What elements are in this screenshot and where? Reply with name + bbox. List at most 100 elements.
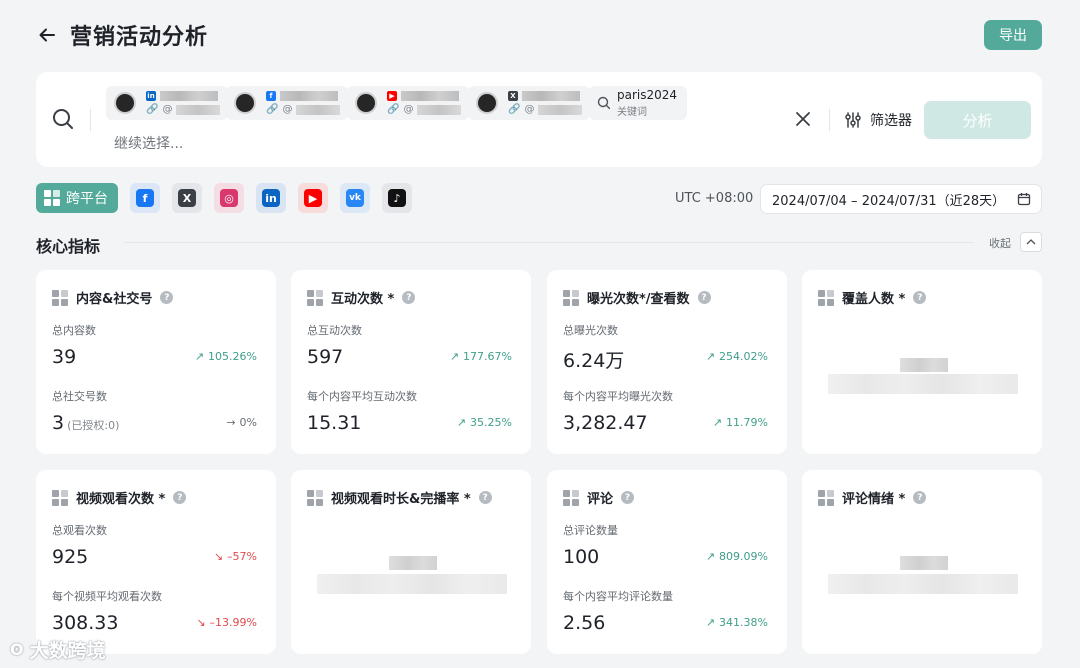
facebook-icon: f — [136, 189, 154, 207]
analyze-button[interactable]: 分析 — [924, 101, 1031, 139]
blurred-content — [828, 574, 1018, 594]
card-title: 覆盖人数 * — [842, 292, 906, 307]
trend-up-icon: ↗ — [449, 350, 460, 363]
metric-label: 每个内容平均评论数量 — [563, 590, 673, 603]
card-comments: 评论? 总评论数量 100 ↗ 809.09% 每个内容平均评论数量 2.56 ↗… — [547, 470, 787, 654]
chevron-up-icon — [1026, 239, 1036, 245]
card-comment-sentiment: 评论情绪 *? — [802, 470, 1042, 654]
tab-instagram[interactable]: ◎ — [214, 183, 244, 213]
metric-value: 2.56 — [563, 612, 606, 634]
help-icon[interactable]: ? — [913, 291, 927, 304]
page-title: 营销活动分析 — [70, 25, 209, 50]
tab-tiktok[interactable]: ♪ — [382, 183, 412, 213]
link-icon: 🔗 — [266, 104, 279, 115]
help-icon[interactable]: ? — [697, 291, 711, 304]
blurred-account-name — [280, 91, 338, 101]
account-chip-facebook[interactable]: f 🔗 @ — [226, 86, 349, 120]
collapse-label[interactable]: 收起 — [989, 235, 1011, 251]
metric-label: 总内容数 — [52, 324, 96, 337]
x-icon: X — [178, 189, 196, 207]
metric-change: ↗ 177.67% — [449, 350, 512, 363]
date-range-picker[interactable]: 2024/07/04 – 2024/07/31（近28天） — [760, 184, 1042, 214]
account-chip-x[interactable]: X 🔗 @ — [468, 86, 591, 120]
filter-button[interactable]: 筛选器 — [844, 110, 912, 130]
vk-icon: vk — [346, 189, 364, 207]
instagram-icon: ◎ — [220, 189, 238, 207]
grid-icon — [563, 489, 579, 506]
filter-sliders-icon — [845, 112, 861, 128]
link-icon: 🔗 — [508, 104, 521, 115]
card-reach: 覆盖人数 *? — [802, 270, 1042, 454]
metric-change: ↘ –13.99% — [196, 616, 257, 629]
trend-up-icon: ↗ — [705, 550, 716, 563]
trend-up-icon: ↗ — [456, 416, 467, 429]
avatar — [234, 92, 256, 114]
tab-linkedin[interactable]: in — [256, 183, 286, 213]
blurred-handle — [538, 104, 583, 115]
help-icon[interactable]: ? — [621, 491, 635, 504]
card-title: 曝光次数*/查看数 — [587, 292, 690, 307]
card-title: 视频观看时长&完播率 * — [331, 492, 471, 507]
collapse-button[interactable] — [1020, 232, 1042, 252]
watermark-text: 大数跨境 — [29, 640, 106, 662]
tab-youtube[interactable]: ▶ — [298, 183, 328, 213]
divider — [90, 109, 91, 131]
export-button[interactable]: 导出 — [984, 20, 1042, 50]
card-content-accounts: 内容&社交号? 总内容数 39 ↗ 105.26% 总社交号数 3 (已授权:0) … — [36, 270, 276, 454]
timezone-label: UTC +08:00 — [675, 191, 754, 206]
keyword-value: paris2024 — [617, 88, 678, 102]
metric-value: 15.31 — [307, 412, 362, 434]
metric-change: ↗ 809.09% — [705, 550, 768, 563]
help-icon[interactable]: ? — [478, 491, 492, 504]
trend-up-icon: ↗ — [194, 350, 205, 363]
trend-up-icon: ↗ — [712, 416, 723, 429]
trend-up-icon: ↗ — [705, 616, 716, 629]
account-chip-linkedin[interactable]: in 🔗 @ — [106, 86, 229, 120]
card-watch-time: 视频观看时长&完播率 *? — [291, 470, 531, 654]
metric-value: 3,282.47 — [563, 412, 648, 434]
avatar — [114, 92, 136, 114]
metric-value: 39 — [52, 346, 77, 368]
help-icon[interactable]: ? — [160, 291, 174, 304]
keyword-chip[interactable]: paris2024 关键词 — [589, 86, 688, 120]
watermark-logo-icon: ʘ — [10, 640, 24, 659]
metric-label: 每个视频平均观看次数 — [52, 590, 162, 603]
grid-icon — [44, 190, 60, 206]
tab-cross-platform[interactable]: 跨平台 — [36, 183, 118, 213]
search-icon[interactable] — [52, 108, 74, 134]
link-icon: 🔗 — [146, 104, 159, 115]
help-icon[interactable]: ? — [913, 491, 927, 504]
back-arrow-icon[interactable] — [36, 24, 58, 46]
metric-value: 3 (已授权:0) — [52, 412, 120, 434]
metric-change: → 0% — [226, 416, 257, 429]
divider — [829, 109, 830, 131]
metric-label: 总评论数量 — [563, 524, 618, 537]
metric-change: ↗ 254.02% — [705, 350, 768, 363]
facebook-icon: f — [266, 91, 276, 101]
tab-x[interactable]: X — [172, 183, 202, 213]
metric-value: 597 — [307, 346, 344, 368]
linkedin-icon: in — [262, 189, 280, 207]
section-title: 核心指标 — [36, 237, 101, 256]
metric-change: ↘ –57% — [213, 550, 257, 563]
avatar — [476, 92, 498, 114]
blurred-account-name — [401, 91, 459, 101]
continue-select-input[interactable]: 继续选择... — [114, 133, 183, 153]
youtube-icon: ▶ — [387, 91, 397, 101]
card-title: 内容&社交号 — [76, 292, 153, 307]
metric-label: 总曝光次数 — [563, 324, 618, 337]
account-chip-youtube[interactable]: ▶ 🔗 @ — [347, 86, 470, 120]
blurred-handle — [296, 104, 341, 115]
link-icon: 🔗 — [387, 104, 400, 115]
tab-facebook[interactable]: f — [130, 183, 160, 213]
blurred-handle — [176, 104, 221, 115]
grid-icon — [818, 489, 834, 506]
tab-vk[interactable]: vk — [340, 183, 370, 213]
grid-icon — [52, 289, 68, 306]
metric-change: ↗ 105.26% — [194, 350, 257, 363]
grid-icon — [52, 489, 68, 506]
clear-icon[interactable] — [794, 110, 812, 132]
help-icon[interactable]: ? — [173, 491, 187, 504]
help-icon[interactable]: ? — [402, 291, 416, 304]
calendar-icon — [1017, 193, 1031, 206]
